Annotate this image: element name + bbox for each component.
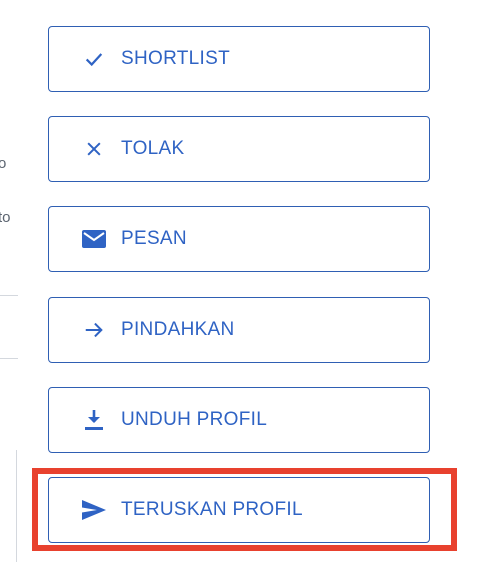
reject-button[interactable]: TOLAK bbox=[48, 116, 430, 182]
message-label: PESAN bbox=[121, 228, 187, 249]
divider bbox=[0, 358, 18, 359]
clipped-text: to bbox=[0, 209, 11, 226]
close-icon bbox=[81, 136, 107, 162]
reject-label: TOLAK bbox=[121, 138, 185, 159]
divider bbox=[16, 450, 17, 562]
shortlist-button[interactable]: SHORTLIST bbox=[48, 26, 430, 92]
left-panel-fragment: o to bbox=[0, 0, 30, 562]
download-icon bbox=[81, 407, 107, 433]
move-button[interactable]: PINDAHKAN bbox=[48, 297, 430, 363]
check-icon bbox=[81, 46, 107, 72]
move-label: PINDAHKAN bbox=[121, 319, 235, 340]
send-icon bbox=[81, 497, 107, 523]
forward-profile-label: TERUSKAN PROFIL bbox=[121, 499, 303, 520]
divider bbox=[0, 295, 18, 296]
arrow-right-icon bbox=[81, 317, 107, 343]
message-button[interactable]: PESAN bbox=[48, 206, 430, 272]
forward-profile-button[interactable]: TERUSKAN PROFIL bbox=[48, 477, 430, 543]
download-profile-button[interactable]: UNDUH PROFIL bbox=[48, 387, 430, 453]
shortlist-label: SHORTLIST bbox=[121, 48, 230, 69]
clipped-text: o bbox=[0, 155, 7, 172]
mail-icon bbox=[81, 226, 107, 252]
download-profile-label: UNDUH PROFIL bbox=[121, 409, 268, 430]
